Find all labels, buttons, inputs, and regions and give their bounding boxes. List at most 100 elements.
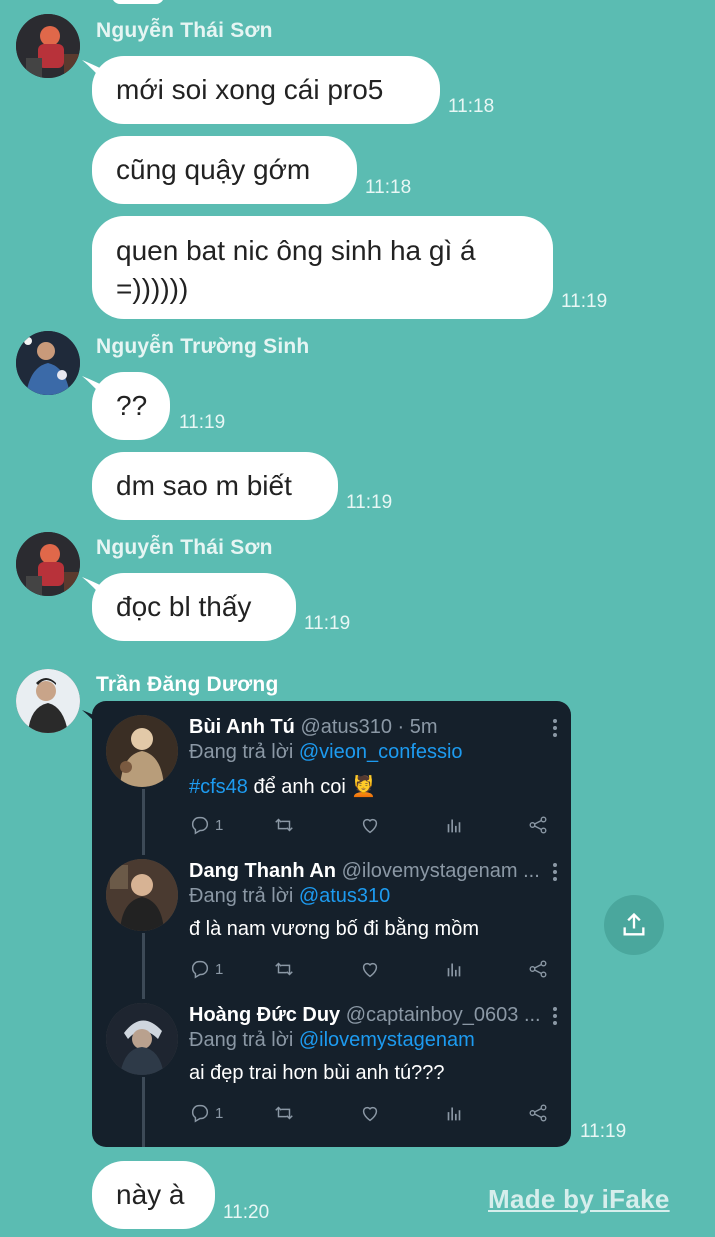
- analytics-icon: [447, 1107, 461, 1121]
- message-text-line: quen bat nic ông sinh ha gì á: [116, 235, 476, 266]
- tweet-screenshot-card[interactable]: Bùi Anh Tú @atus310 · 5m Đang trả lời @v…: [92, 701, 571, 1147]
- reply-button[interactable]: 1: [189, 1101, 223, 1125]
- retweet-button[interactable]: [273, 813, 295, 837]
- tweet-actions: 1: [189, 957, 559, 981]
- thread-line: [142, 933, 145, 999]
- tweet-author-handle: @ilovemystagenam ...: [341, 860, 540, 882]
- share-button[interactable]: [527, 1101, 549, 1125]
- retweet-icon: [275, 962, 293, 976]
- retweet-icon: [275, 818, 293, 832]
- message-bubble[interactable]: này à: [92, 1161, 215, 1229]
- like-button[interactable]: [359, 813, 381, 837]
- message-time: 11:19: [179, 412, 226, 433]
- avatar-photo-icon: [16, 331, 80, 395]
- retweet-button[interactable]: [273, 957, 295, 981]
- avatar-photo-icon: [16, 669, 80, 733]
- message-time: 11:19: [346, 492, 393, 513]
- mention-link[interactable]: @ilovemystagenam: [299, 1029, 475, 1051]
- more-options-icon[interactable]: [552, 1007, 558, 1028]
- avatar-nguyen-truong-sinh[interactable]: [16, 331, 80, 395]
- message-time: 11:18: [448, 96, 495, 117]
- sender-name: Nguyễn Trường Sinh: [96, 335, 310, 358]
- avatar-photo-icon: [106, 859, 178, 931]
- message-text: dm sao m biết: [116, 470, 292, 501]
- message-bubble[interactable]: đọc bl thấy: [92, 573, 296, 641]
- thread-line: [142, 789, 145, 855]
- reply-prefix: Đang trả lời: [189, 1029, 299, 1051]
- watermark: Made by iFake: [488, 1184, 670, 1214]
- mention-link[interactable]: @atus310: [299, 885, 390, 907]
- avatar-nguyen-thai-son[interactable]: [16, 532, 80, 596]
- stats-button[interactable]: [443, 813, 465, 837]
- tweet-author-handle: @captainboy_0603 ...: [345, 1004, 541, 1026]
- tweet-avatar: [106, 715, 178, 787]
- share-icon: [529, 960, 547, 978]
- retweet-icon: [275, 1106, 293, 1120]
- message-text: mới soi xong cái pro5: [116, 74, 384, 105]
- message-bubble[interactable]: ??: [92, 372, 170, 440]
- message-text-line: =)))))): [116, 273, 189, 304]
- reply-count: 1: [215, 816, 224, 834]
- share-button[interactable]: [527, 957, 549, 981]
- analytics-icon: [447, 819, 461, 833]
- avatar-tran-dang-duong[interactable]: [16, 669, 80, 733]
- heart-icon: [362, 818, 378, 834]
- sender-name: Nguyễn Thái Sơn: [96, 19, 273, 42]
- stats-button[interactable]: [443, 1101, 465, 1125]
- reply-button[interactable]: 1: [189, 957, 223, 981]
- message-bubble[interactable]: cũng quậy gớm: [92, 136, 357, 204]
- heart-icon: [362, 1106, 378, 1122]
- more-options-icon[interactable]: [552, 719, 558, 740]
- hashtag-link[interactable]: #cfs48: [189, 776, 248, 798]
- analytics-icon: [447, 963, 461, 977]
- sender-name: Trần Đăng Dương: [96, 673, 279, 696]
- reply-prefix: Đang trả lời: [189, 741, 299, 763]
- avatar-photo-icon: [106, 715, 178, 787]
- mention-link[interactable]: @vieon_confessio: [299, 741, 463, 763]
- reply-button[interactable]: 1: [189, 813, 223, 837]
- tweet-avatar: [106, 859, 178, 931]
- avatar-photo-icon: [16, 532, 80, 596]
- tweet-header: Bùi Anh Tú @atus310 · 5m: [189, 716, 549, 739]
- share-button[interactable]: [527, 813, 549, 837]
- message-text: ??: [116, 390, 148, 421]
- more-options-icon[interactable]: [552, 863, 558, 884]
- tweet-reply-context: Đang trả lời @ilovemystagenam: [189, 1029, 475, 1052]
- tweet-actions: 1: [189, 813, 559, 837]
- tweet-author-handle: @atus310 · 5m: [300, 716, 438, 738]
- previous-bubble-fragment: [112, 0, 164, 4]
- sender-name: Nguyễn Thái Sơn: [96, 536, 273, 559]
- comment-icon: [191, 816, 209, 835]
- message-time: 11:19: [580, 1121, 627, 1142]
- tweet-body: để anh coi 💆: [247, 776, 377, 798]
- tweet-reply-context: Đang trả lời @vieon_confessio: [189, 741, 463, 764]
- tweet-avatar: [106, 1003, 178, 1075]
- tweet-text: đ là nam vương bố đi bằng mồm: [189, 918, 479, 940]
- tweet-author-name: Dang Thanh An: [189, 860, 337, 882]
- tweet-author-name: Hoàng Đức Duy: [189, 1004, 341, 1026]
- message-text: cũng quậy gớm: [116, 154, 311, 185]
- reply-count: 1: [215, 960, 224, 978]
- heart-icon: [362, 962, 378, 978]
- stats-button[interactable]: [443, 957, 465, 981]
- tweet-reply-context: Đang trả lời @atus310: [189, 885, 390, 908]
- like-button[interactable]: [359, 1101, 381, 1125]
- like-button[interactable]: [359, 957, 381, 981]
- avatar-nguyen-thai-son[interactable]: [16, 14, 80, 78]
- avatar-photo-icon: [16, 14, 80, 78]
- share-upload-icon: [623, 912, 645, 936]
- message-text: này à: [116, 1179, 185, 1210]
- comment-icon: [191, 1104, 209, 1123]
- share-icon: [529, 1104, 547, 1122]
- message-bubble[interactable]: mới soi xong cái pro5: [92, 56, 440, 124]
- tweet-header: Dang Thanh An @ilovemystagenam ...: [189, 860, 549, 883]
- message-bubble[interactable]: quen bat nic ông sinh ha gì á =)))))): [92, 216, 553, 319]
- tweet-text: #cfs48 để anh coi 💆: [189, 774, 376, 799]
- message-time: 11:19: [304, 613, 351, 634]
- tweet-text: ai đẹp trai hơn bùi anh tú???: [189, 1062, 445, 1084]
- retweet-button[interactable]: [273, 1101, 295, 1125]
- avatar-photo-icon: [106, 1003, 178, 1075]
- share-button[interactable]: [604, 895, 664, 955]
- message-bubble[interactable]: dm sao m biết: [92, 452, 338, 520]
- reply-count: 1: [215, 1104, 224, 1122]
